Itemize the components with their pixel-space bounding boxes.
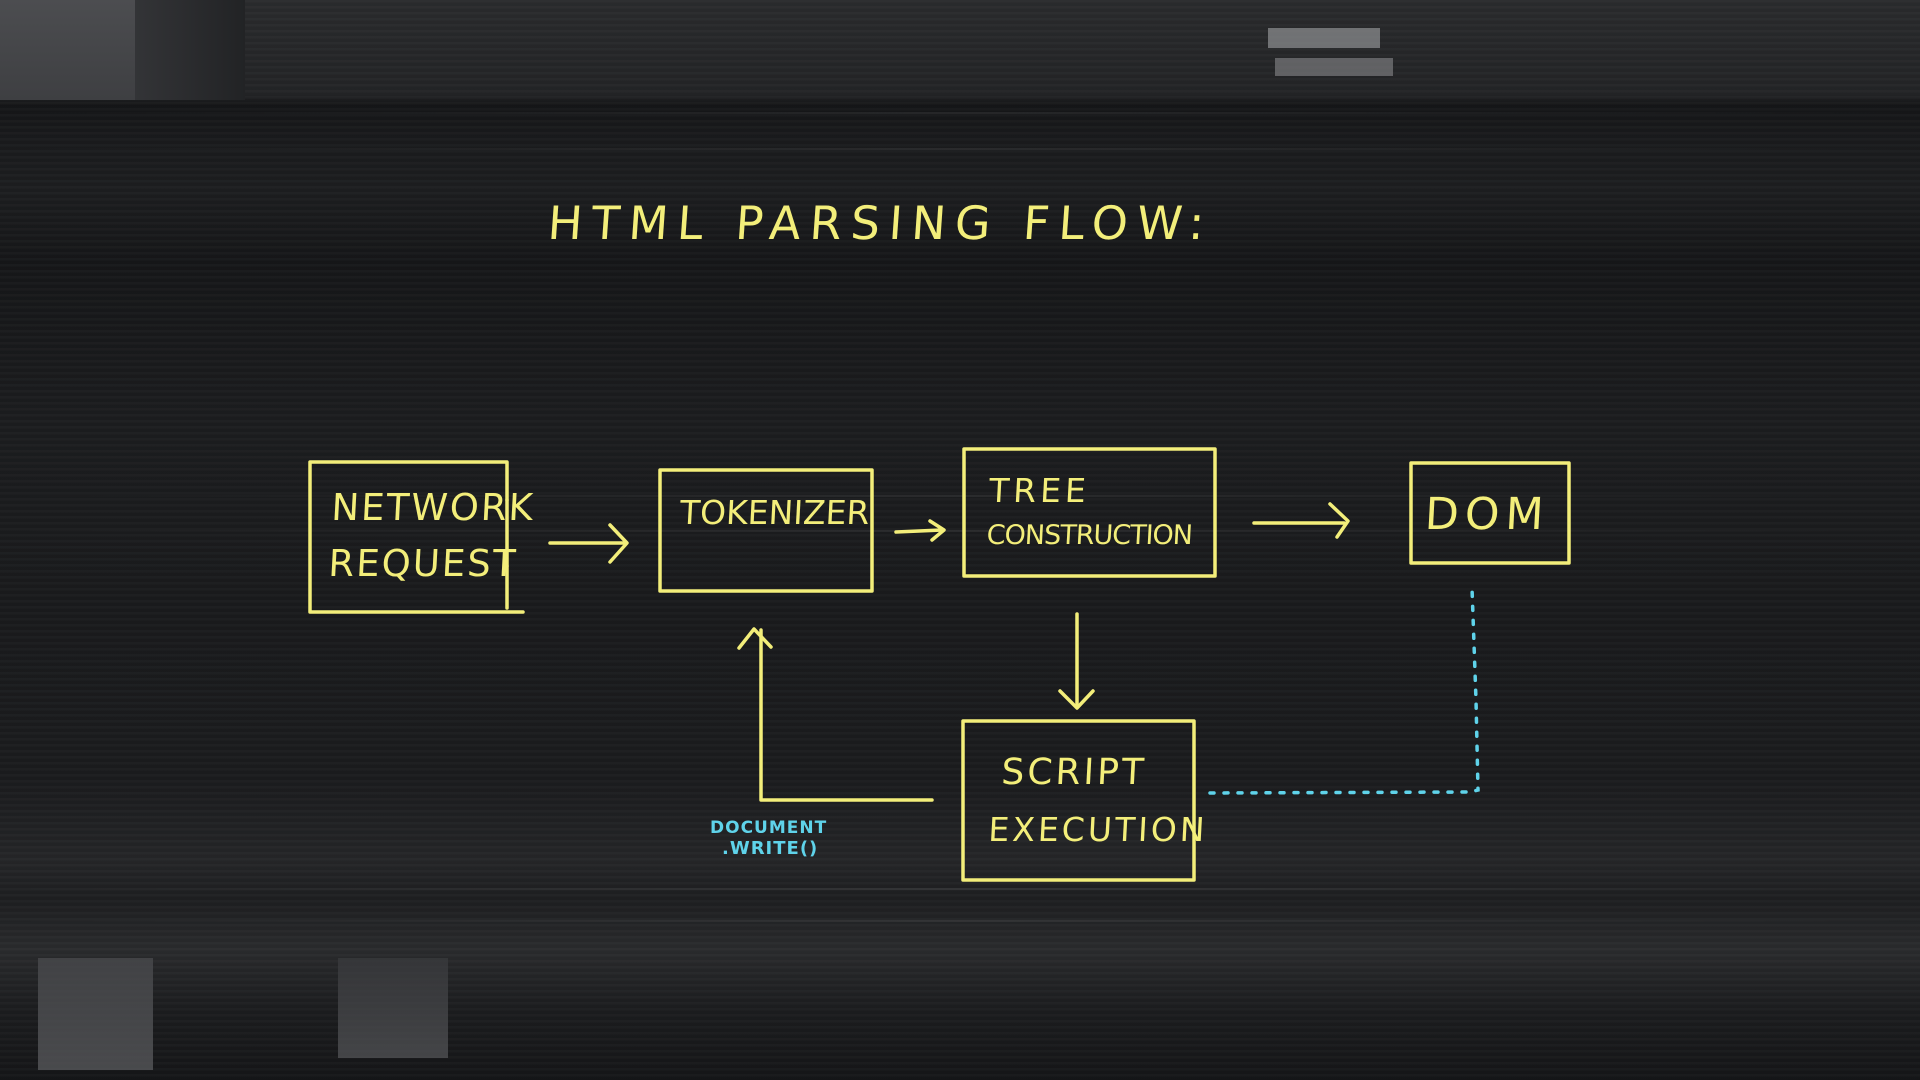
arrow-tree-to-dom [1252, 502, 1350, 539]
node-label-line: SCRIPT [1000, 752, 1148, 793]
node-script-execution: SCRIPT EXECUTION [987, 750, 1211, 850]
node-label-line: TOKENIZER [678, 493, 871, 532]
node-network-request: NETWORK REQUEST [327, 485, 536, 588]
arrow-network-to-tokenizer [548, 523, 629, 564]
node-label-line: TREE [988, 471, 1091, 510]
dotted-link-script-to-dom [1208, 586, 1480, 795]
flow-diagram [308, 447, 1571, 882]
annotation-document-write: DOCUMENT .WRITE() [710, 818, 827, 860]
node-label-line: EXECUTION [987, 810, 1209, 849]
node-label-line: REQUEST [327, 542, 519, 586]
node-tree-construction: TREE CONSTRUCTION [986, 470, 1196, 553]
arrow-tree-to-script [1058, 612, 1095, 710]
annotation-line: DOCUMENT [710, 818, 828, 838]
annotation-line: .WRITE() [722, 838, 819, 860]
arrow-script-to-tokenizer [737, 627, 934, 802]
node-label-line: DOM [1423, 489, 1551, 540]
node-tokenizer: TOKENIZER [679, 492, 871, 533]
node-label-line: CONSTRUCTION [985, 520, 1193, 552]
node-dom: DOM [1424, 487, 1551, 542]
node-label-line: NETWORK [330, 486, 536, 529]
arrow-tokenizer-to-tree [894, 519, 946, 542]
